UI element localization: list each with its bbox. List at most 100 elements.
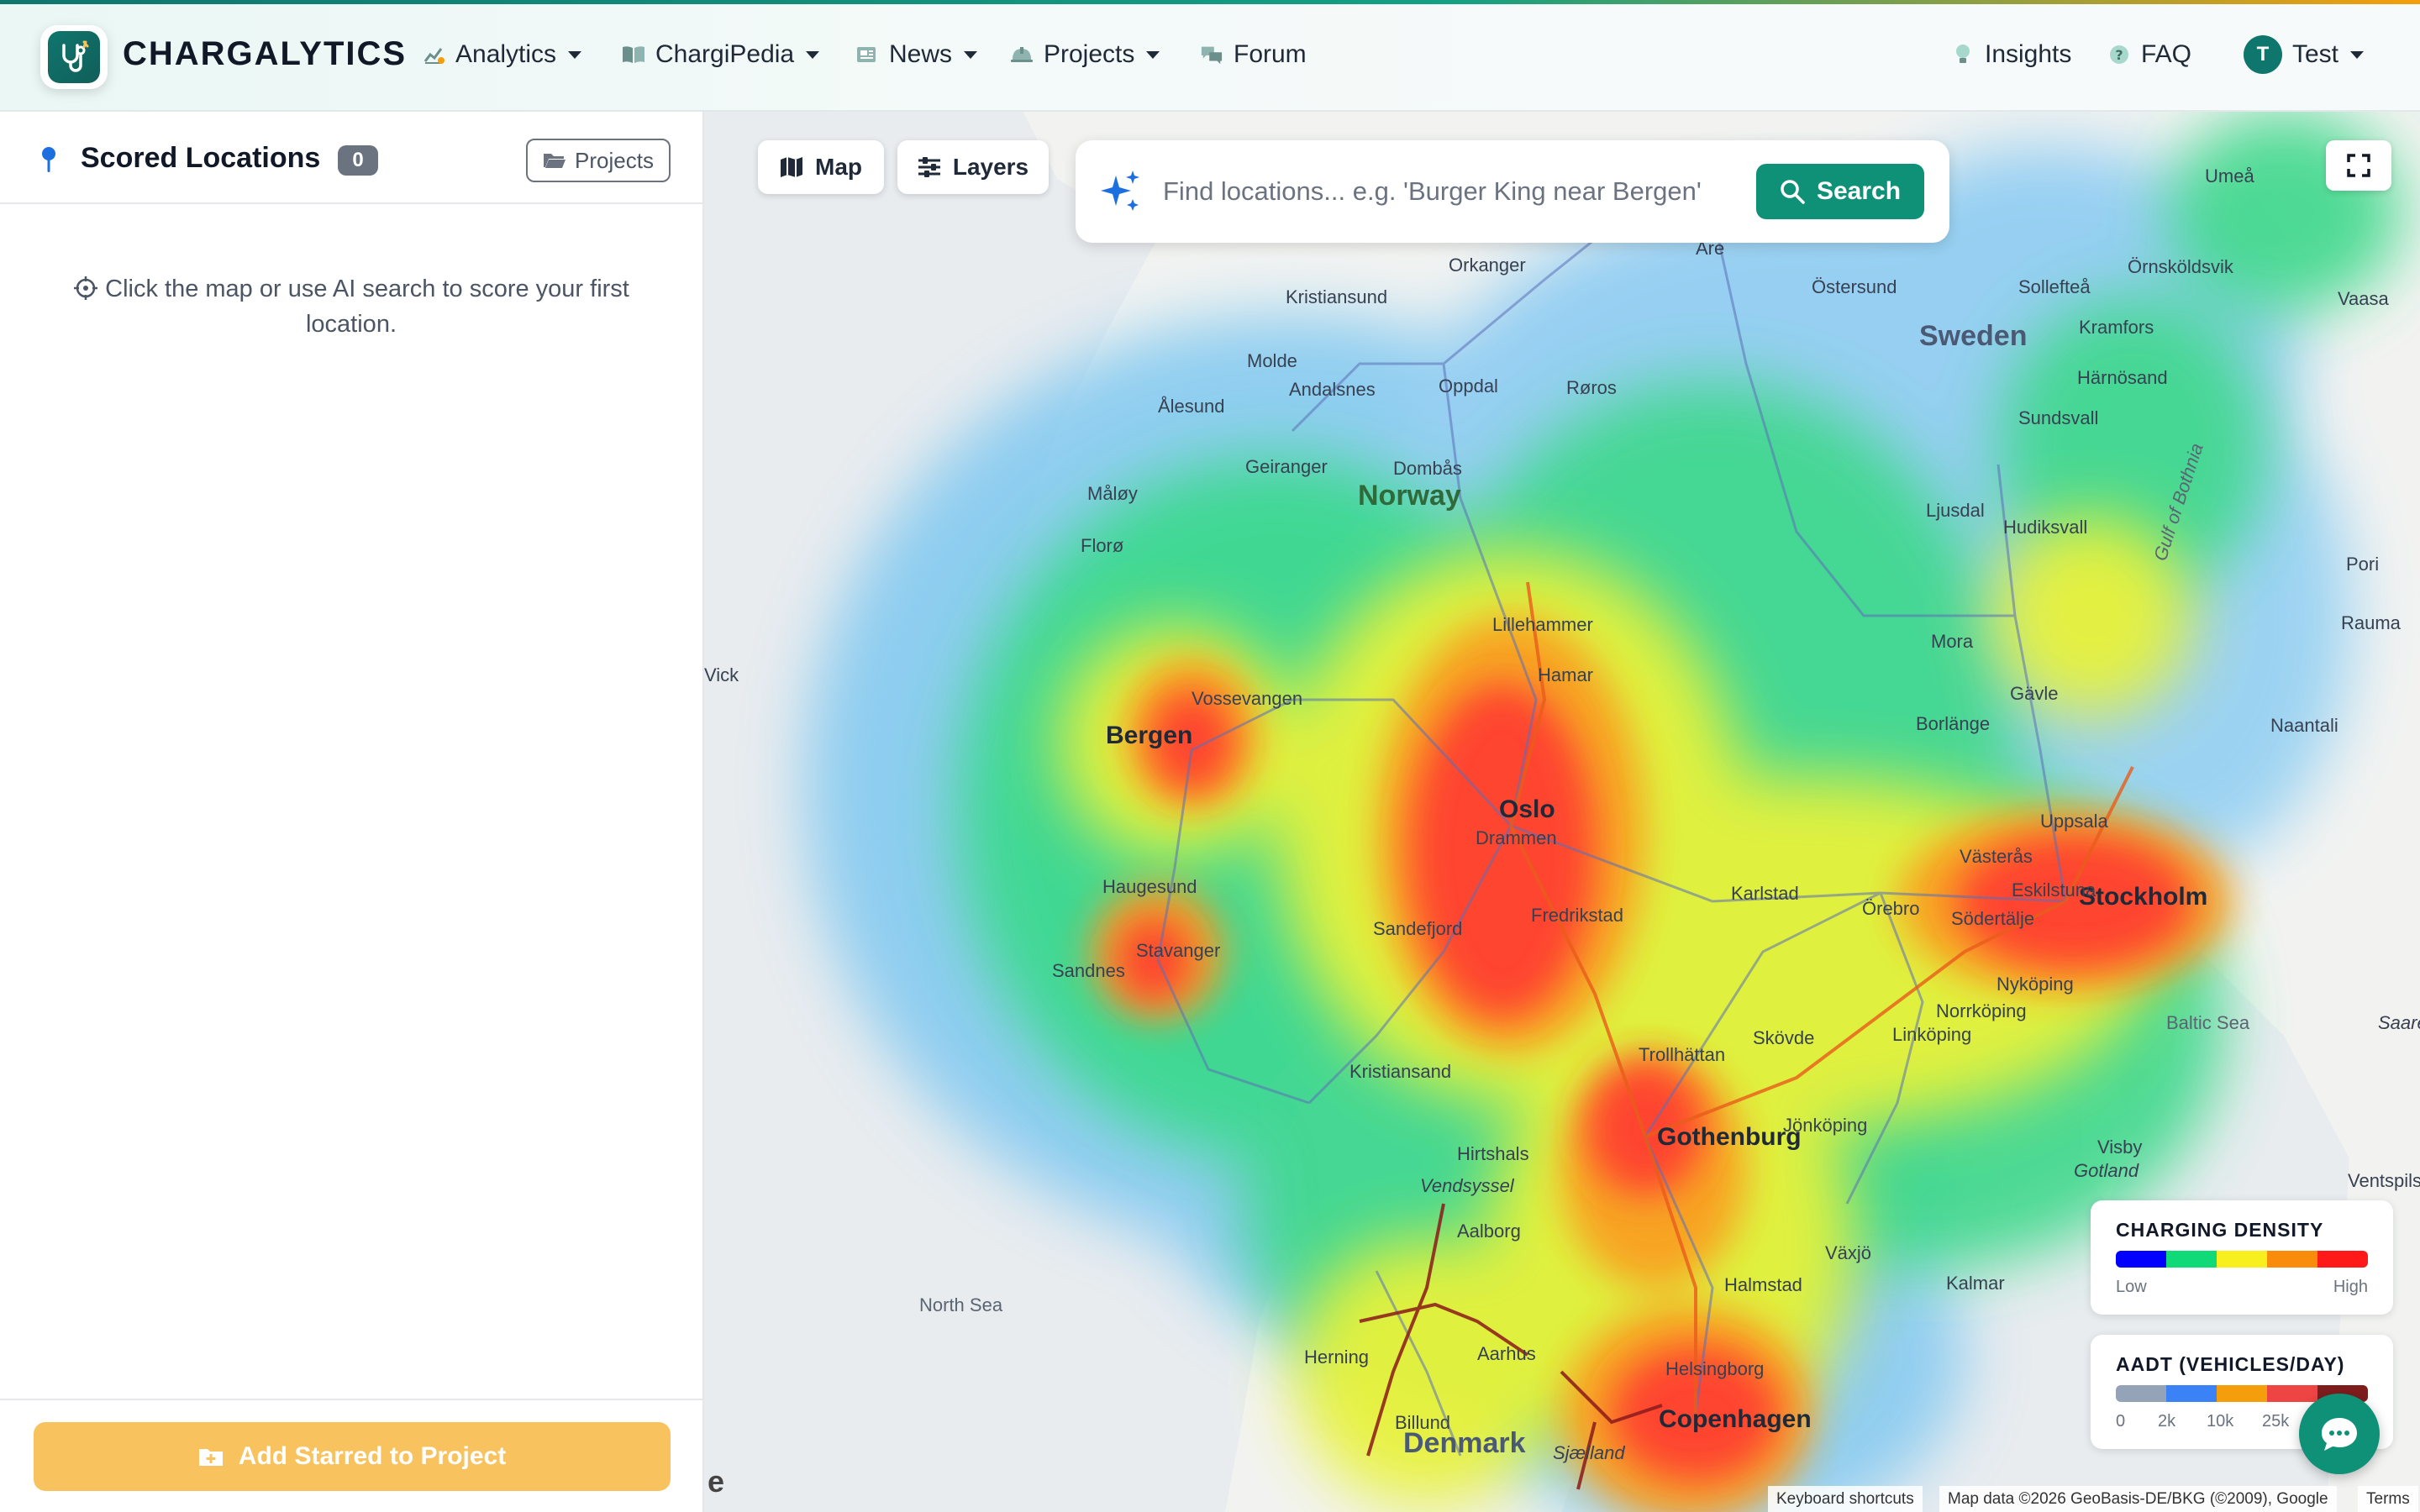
map-label-dombas: Dombås — [1393, 458, 1462, 479]
fullscreen-button[interactable] — [2326, 140, 2391, 191]
map-label-naantali: Naantali — [2270, 715, 2338, 736]
nav-projects[interactable]: Projects — [1010, 34, 1160, 76]
map-label-andalsnes: Andalsnes — [1289, 379, 1376, 400]
chevron-down-icon — [964, 50, 978, 59]
map-label-norway: Norway — [1358, 480, 1461, 512]
map-label-pori: Pori — [2346, 554, 2380, 575]
nav-projects-label: Projects — [1044, 40, 1135, 68]
nav-faq[interactable]: ? FAQ — [2107, 34, 2191, 76]
nav-chargipedia[interactable]: ChargiPedia — [622, 34, 820, 76]
book-icon — [622, 43, 645, 66]
map-label-sodertalje: Södertälje — [1951, 908, 2035, 929]
chat-button[interactable] — [2299, 1394, 2380, 1474]
newspaper-icon — [855, 43, 879, 66]
charging-density-scale — [2116, 1251, 2368, 1268]
map-label-ornskoldsvik: Örnsköldsvik — [2128, 256, 2233, 277]
add-starred-to-project-button[interactable]: Add Starred to Project — [34, 1422, 671, 1491]
nav-forum[interactable]: Forum — [1200, 34, 1307, 76]
layers-button[interactable]: Layers — [897, 140, 1049, 194]
scored-locations-title: Scored Locations — [81, 142, 321, 174]
map-type-button[interactable]: Map — [758, 140, 884, 194]
nav-news[interactable]: News — [855, 34, 978, 76]
map-label-drammen: Drammen — [1476, 827, 1557, 848]
map-canvas[interactable]: Sweden Norway Denmark North Sea Baltic S… — [704, 112, 2420, 1512]
sliders-icon — [918, 157, 940, 177]
chevron-down-icon — [806, 50, 820, 59]
map-label-vossevangen: Vossevangen — [1192, 688, 1303, 709]
map-label-kramfors: Kramfors — [2079, 317, 2154, 338]
map-label-herning: Herning — [1304, 1347, 1370, 1368]
map-label-eskilstuna: Eskilstuna — [2012, 879, 2096, 900]
map-label-vendsyssel: Vendsyssel — [1420, 1175, 1514, 1196]
fullscreen-icon — [2347, 154, 2370, 177]
chevron-down-icon — [1146, 50, 1160, 59]
search-button[interactable]: Search — [1756, 164, 1924, 219]
map-label-halmstad: Halmstad — [1724, 1274, 1802, 1295]
question-circle-icon: ? — [2107, 43, 2131, 66]
sidebar-header: Scored Locations 0 Projects — [0, 112, 702, 204]
nav-analytics[interactable]: Analytics — [422, 34, 582, 76]
map-label-ljusdal: Ljusdal — [1926, 500, 1985, 521]
map-label-helsingborg: Helsingborg — [1665, 1358, 1765, 1379]
map-label-trollhattan: Trollhättan — [1639, 1044, 1726, 1065]
map-label-vaxjo: Växjö — [1825, 1242, 1872, 1263]
projects-button-label: Projects — [575, 147, 654, 173]
map-label-copenhagen: Copenhagen — [1659, 1405, 1812, 1433]
map-label-orkanger: Orkanger — [1449, 255, 1526, 276]
aadt-tick-10k: 10k — [2207, 1412, 2234, 1431]
nav-chargipedia-label: ChargiPedia — [655, 40, 795, 68]
chat-bubbles-icon — [1200, 43, 1223, 66]
density-scale-segment — [2116, 1251, 2166, 1268]
folder-plus-icon — [198, 1449, 223, 1466]
aadt-scale-segment — [2116, 1385, 2166, 1402]
map-label-stockholm: Stockholm — [2079, 883, 2208, 911]
map-label-north-sea: North Sea — [919, 1294, 1003, 1315]
nav-faq-label: FAQ — [2141, 40, 2192, 68]
search-icon — [1781, 180, 1805, 204]
map-label-saare: Saare — [2378, 1012, 2420, 1033]
map-label-sandefjord: Sandefjord — [1373, 918, 1463, 939]
brand-name[interactable]: CHARGALYTICS — [123, 35, 407, 73]
aadt-scale-segment — [2166, 1385, 2217, 1402]
map-label-gothenburg: Gothenburg — [1657, 1123, 1802, 1151]
layers-label: Layers — [952, 154, 1029, 180]
map-label-umea: Umeå — [2205, 165, 2254, 186]
map-label-molde: Molde — [1247, 350, 1297, 371]
keyboard-shortcuts-link[interactable]: Keyboard shortcuts — [1768, 1486, 1923, 1512]
aadt-scale-segment — [2267, 1385, 2317, 1402]
map-pin-icon — [39, 145, 59, 178]
sidebar-footer: Add Starred to Project — [0, 1399, 702, 1512]
map-label-norrkoping: Norrköping — [1936, 1000, 2027, 1021]
sidebar: Scored Locations 0 Projects Click the ma… — [0, 112, 704, 1512]
charging-density-title: CHARGING DENSITY — [2116, 1219, 2324, 1241]
map-label-fredrikstad: Fredrikstad — [1531, 905, 1624, 926]
ai-search-input[interactable] — [1163, 165, 1743, 218]
map-label-maloy: Måløy — [1087, 483, 1138, 504]
user-menu[interactable]: T Test — [2244, 34, 2365, 76]
nav-analytics-label: Analytics — [455, 40, 557, 68]
density-low-label: Low — [2116, 1278, 2147, 1296]
nav-insights-label: Insights — [1985, 40, 2072, 68]
map-data-attribution: Map data ©2026 GeoBasis-DE/BKG (©2009), … — [1939, 1486, 2337, 1512]
map-label-gotland: Gotland — [2074, 1160, 2139, 1181]
top-navbar: CHARGALYTICS Analytics ChargiPedia News — [0, 0, 2420, 112]
map-label-nykoping: Nyköping — [1996, 974, 2074, 995]
map-label-rauma: Rauma — [2341, 612, 2401, 633]
map-label-gavle: Gävle — [2010, 683, 2059, 704]
map-label-skovde: Skövde — [1753, 1027, 1815, 1048]
map-label-lillehammer: Lillehammer — [1492, 614, 1593, 635]
nav-insights[interactable]: Insights — [1951, 34, 2071, 76]
density-scale-segment — [2267, 1251, 2317, 1268]
sparkles-icon — [1101, 171, 1141, 217]
terms-link[interactable]: Terms — [2358, 1486, 2418, 1512]
map-label-billund: Billund — [1395, 1412, 1451, 1433]
app-logo[interactable] — [40, 25, 108, 89]
analytics-icon — [422, 43, 445, 66]
ai-search-panel: Search — [1076, 140, 1949, 243]
map-label-harnosand: Härnösand — [2077, 367, 2168, 388]
chevron-down-icon — [2350, 50, 2365, 59]
helmet-icon — [1010, 43, 1034, 66]
map-label-geiranger: Geiranger — [1245, 456, 1328, 477]
map-label-oppdal: Oppdal — [1439, 375, 1498, 396]
projects-button[interactable]: Projects — [526, 139, 671, 182]
